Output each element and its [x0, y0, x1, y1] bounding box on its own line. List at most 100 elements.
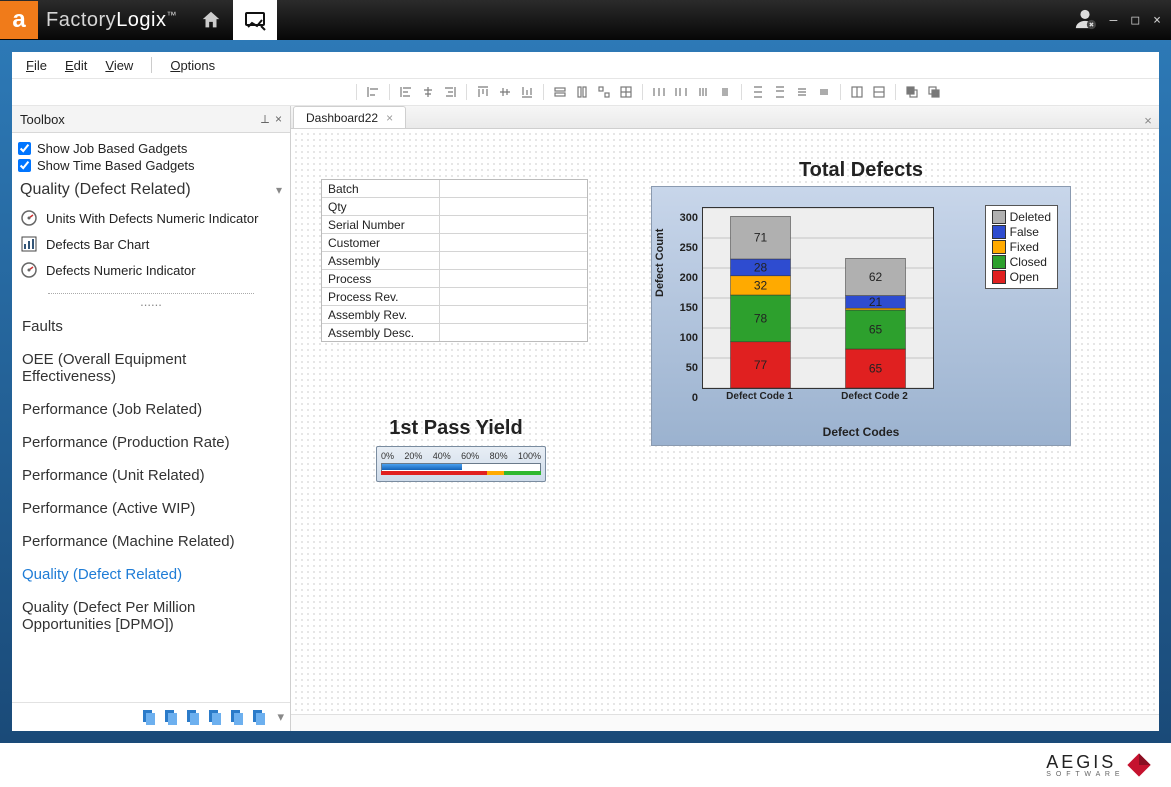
- x-axis-label: Defect Codes: [652, 425, 1070, 439]
- same-width[interactable]: [550, 82, 570, 102]
- svg-text:71: 71: [754, 231, 768, 245]
- tab-dashboard[interactable]: Dashboard22 ×: [293, 106, 406, 128]
- app-footer: AEGIS S O F T W A R E: [0, 743, 1171, 787]
- align-top[interactable]: [473, 82, 493, 102]
- chart-legend: DeletedFalseFixedClosedOpen: [985, 205, 1058, 289]
- same-height[interactable]: [572, 82, 592, 102]
- user-icon[interactable]: [1074, 8, 1096, 33]
- chk-job-gadgets[interactable]: Show Job Based Gadgets: [18, 141, 284, 156]
- gadget-item[interactable]: Units With Defects Numeric Indicator: [18, 205, 284, 231]
- menu-file[interactable]: File: [22, 56, 51, 75]
- tab-close-icon[interactable]: ×: [386, 111, 393, 125]
- gadget-item[interactable]: Defects Numeric Indicator: [18, 257, 284, 283]
- category-item[interactable]: Performance (Machine Related): [20, 525, 282, 558]
- hspace-dec[interactable]: [693, 82, 713, 102]
- vspace-rem[interactable]: [814, 82, 834, 102]
- svg-text:78: 78: [754, 311, 768, 325]
- align-right[interactable]: [440, 82, 460, 102]
- svg-text:32: 32: [754, 278, 768, 292]
- doc-icon[interactable]: [207, 709, 223, 725]
- chk-time-gadgets[interactable]: Show Time Based Gadgets: [18, 158, 284, 173]
- hspace-rem[interactable]: [715, 82, 735, 102]
- hspace-equal[interactable]: [649, 82, 669, 102]
- vspace-inc[interactable]: [770, 82, 790, 102]
- doc-icon[interactable]: [141, 709, 157, 725]
- svg-text:28: 28: [754, 260, 768, 274]
- info-table-widget[interactable]: BatchQtySerial NumberCustomerAssemblyPro…: [321, 179, 588, 342]
- info-label: Qty: [322, 198, 440, 215]
- brand-name: FactoryLogix™: [46, 9, 177, 32]
- dashboard-editor-button[interactable]: [233, 0, 277, 40]
- align-tool[interactable]: [363, 82, 383, 102]
- align-bottom[interactable]: [517, 82, 537, 102]
- yield-widget[interactable]: 1st Pass Yield 0%20%40%60%80%100%: [376, 417, 546, 482]
- menu-view[interactable]: View: [101, 56, 137, 75]
- menubar: File Edit View Options: [12, 52, 1159, 79]
- toolbox-panel: Toolbox ⟂ × Show Job Based Gadgets Show …: [12, 106, 291, 731]
- category-item[interactable]: Performance (Active WIP): [20, 492, 282, 525]
- maximize-button[interactable]: □: [1131, 13, 1141, 28]
- chart-plot: 777832287165652162: [702, 207, 934, 389]
- chevron-down-icon[interactable]: ▾: [277, 709, 284, 725]
- menu-edit[interactable]: Edit: [61, 56, 91, 75]
- align-left[interactable]: [396, 82, 416, 102]
- center-h[interactable]: [847, 82, 867, 102]
- info-value: [440, 288, 587, 305]
- category-item[interactable]: Quality (Defect Related): [20, 558, 282, 591]
- doc-icon[interactable]: [163, 709, 179, 725]
- bring-front[interactable]: [902, 82, 922, 102]
- defects-title: Total Defects: [651, 159, 1071, 182]
- vspace-dec[interactable]: [792, 82, 812, 102]
- info-value: [440, 216, 587, 233]
- doc-icon[interactable]: [251, 709, 267, 725]
- home-button[interactable]: [189, 0, 233, 40]
- align-center-h[interactable]: [418, 82, 438, 102]
- info-value: [440, 198, 587, 215]
- active-category-label: Quality (Defect Related) ▾: [20, 181, 282, 199]
- toolbox-title: Toolbox: [20, 112, 255, 127]
- center-v[interactable]: [869, 82, 889, 102]
- info-value: [440, 270, 587, 287]
- window-controls[interactable]: – □ ×: [1110, 13, 1163, 28]
- category-item[interactable]: Quality (Defect Per Million Opportunitie…: [20, 591, 282, 641]
- vspace-equal[interactable]: [748, 82, 768, 102]
- yield-title: 1st Pass Yield: [376, 417, 536, 440]
- chevron-down-icon[interactable]: ▾: [276, 183, 282, 197]
- info-label: Assembly: [322, 252, 440, 269]
- svg-text:77: 77: [754, 358, 768, 372]
- svg-text:65: 65: [869, 362, 883, 376]
- doc-icon[interactable]: [229, 709, 245, 725]
- footer-brand: AEGIS: [1046, 752, 1121, 773]
- size-to-grid[interactable]: [616, 82, 636, 102]
- hspace-inc[interactable]: [671, 82, 691, 102]
- info-label: Assembly Desc.: [322, 324, 440, 341]
- footer-sub: S O F T W A R E: [1046, 771, 1121, 778]
- send-back[interactable]: [924, 82, 944, 102]
- close-button[interactable]: ×: [1153, 13, 1163, 28]
- same-size[interactable]: [594, 82, 614, 102]
- tabs-close-all[interactable]: ×: [1139, 113, 1157, 128]
- design-canvas[interactable]: BatchQtySerial NumberCustomerAssemblyPro…: [291, 129, 1159, 714]
- category-item[interactable]: Performance (Production Rate): [20, 426, 282, 459]
- defects-widget[interactable]: Total Defects Defect Count 3002502001501…: [651, 159, 1071, 446]
- category-item[interactable]: Faults: [20, 310, 282, 343]
- pin-icon[interactable]: ⟂: [261, 112, 269, 127]
- align-middle-v[interactable]: [495, 82, 515, 102]
- info-label: Customer: [322, 234, 440, 251]
- gadget-item[interactable]: Defects Bar Chart: [18, 231, 284, 257]
- info-value: [440, 306, 587, 323]
- category-item[interactable]: Performance (Unit Related): [20, 459, 282, 492]
- category-item[interactable]: Performance (Job Related): [20, 393, 282, 426]
- minimize-button[interactable]: –: [1110, 13, 1120, 28]
- menu-options[interactable]: Options: [166, 56, 219, 75]
- y-axis-label: Defect Count: [654, 229, 666, 297]
- category-item[interactable]: OEE (Overall Equipment Effectiveness): [20, 343, 282, 393]
- horizontal-scrollbar[interactable]: [291, 714, 1159, 731]
- gauge-icon: [20, 209, 38, 227]
- info-label: Batch: [322, 180, 440, 197]
- info-label: Assembly Rev.: [322, 306, 440, 323]
- close-icon[interactable]: ×: [275, 112, 282, 126]
- toolbox-footer: ▾: [12, 702, 290, 731]
- aegis-logo-icon: [1125, 751, 1153, 779]
- doc-icon[interactable]: [185, 709, 201, 725]
